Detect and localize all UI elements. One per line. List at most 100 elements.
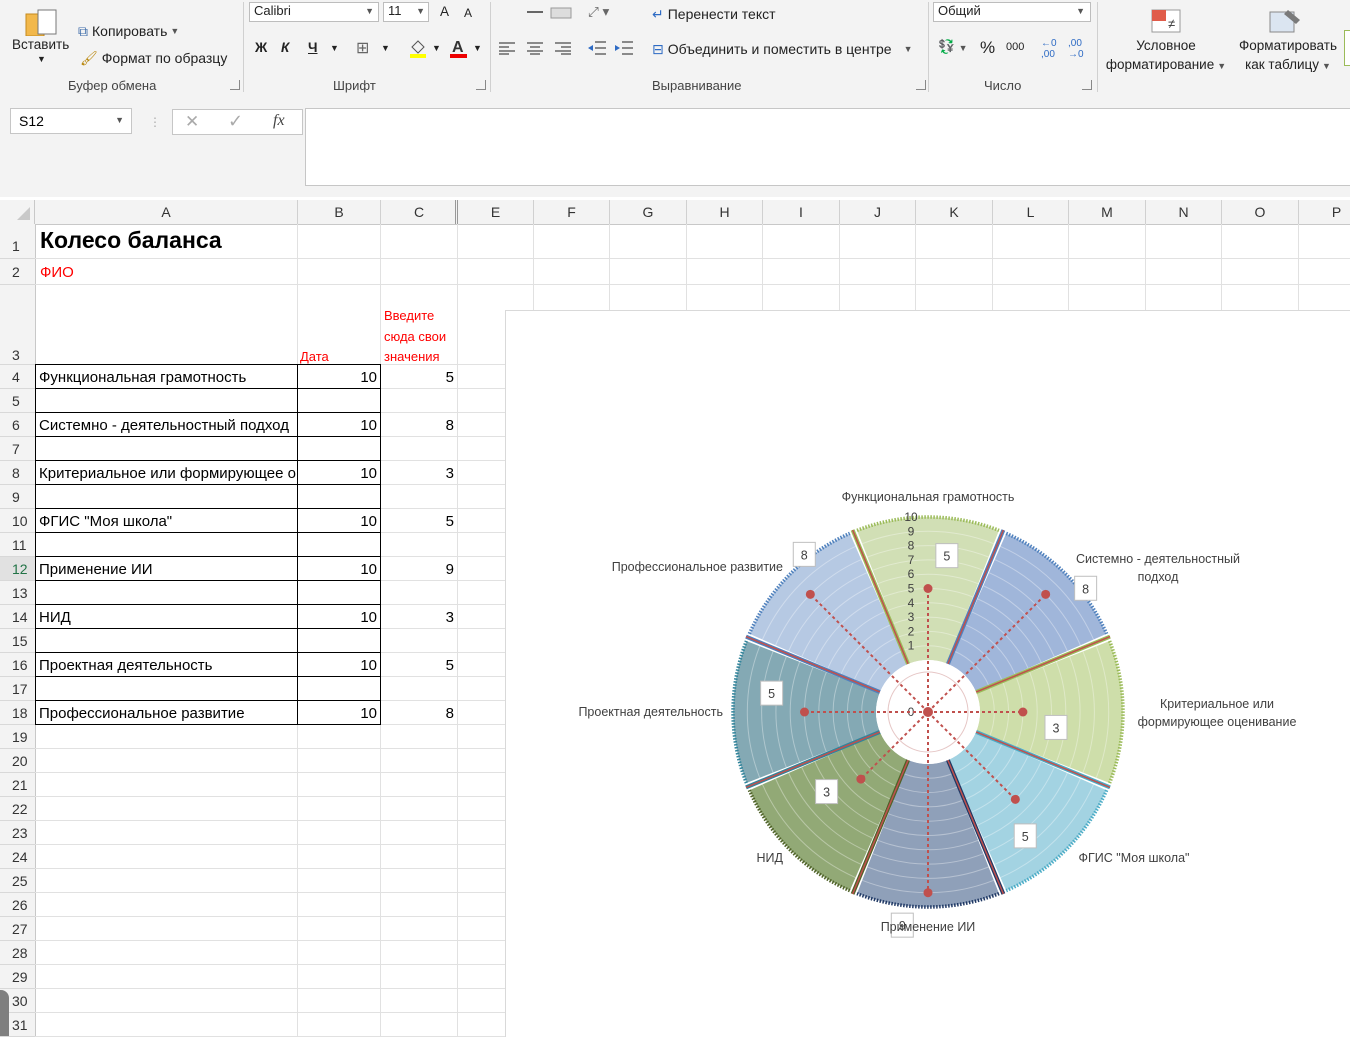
- wrap-text-button[interactable]: ↵ Перенести текст: [652, 3, 776, 25]
- date-header-cell[interactable]: Дата: [300, 349, 329, 364]
- formula-bar-splitter-icon[interactable]: ⋮: [149, 115, 161, 129]
- item-value-cell[interactable]: 8: [381, 703, 457, 725]
- balance-wheel-chart[interactable]: 0 1 2 3 4 5 6 7 8 9 10 5 8 3 5 9 3 5 8 Функциональная грамо…: [505, 310, 1350, 1037]
- row-header-7[interactable]: 7: [0, 437, 35, 461]
- item-value-cell[interactable]: 9: [381, 559, 457, 581]
- row-header-12[interactable]: 12: [0, 557, 35, 581]
- function-icon[interactable]: fx: [273, 112, 285, 130]
- align-middle-icon[interactable]: [525, 6, 575, 20]
- align-right-icon[interactable]: [555, 41, 571, 55]
- column-header-i[interactable]: I: [763, 200, 840, 224]
- row-header-17[interactable]: 17: [0, 677, 35, 701]
- conditional-formatting-button[interactable]: Условное форматирование ▼: [1104, 36, 1228, 76]
- fill-color-icon[interactable]: [408, 38, 428, 58]
- check-icon[interactable]: ✓: [228, 111, 243, 132]
- row-header-8[interactable]: 8: [0, 461, 35, 485]
- chevron-down-icon[interactable]: ▼: [1076, 6, 1085, 16]
- borders-icon[interactable]: ⊞: [356, 38, 369, 58]
- chevron-down-icon[interactable]: ▼: [115, 115, 124, 125]
- row-header-29[interactable]: 29: [0, 965, 35, 989]
- increase-indent-icon[interactable]: [615, 40, 633, 56]
- row-header-25[interactable]: 25: [0, 869, 35, 893]
- fio-cell[interactable]: ФИО: [40, 264, 74, 281]
- item-value-cell[interactable]: 3: [381, 463, 457, 485]
- input-header-cell[interactable]: Введите сюда свои значения: [384, 306, 446, 368]
- row-header-13[interactable]: 13: [0, 581, 35, 605]
- orientation-icon[interactable]: ⤢ ▾: [588, 4, 609, 20]
- percent-button[interactable]: %: [980, 38, 995, 58]
- font-color-icon[interactable]: A: [449, 37, 469, 59]
- column-header-p[interactable]: P: [1299, 200, 1350, 224]
- alignment-launcher-icon[interactable]: [916, 80, 926, 90]
- format-as-table-icon[interactable]: [1268, 6, 1302, 34]
- row-header-22[interactable]: 22: [0, 797, 35, 821]
- merge-center-button[interactable]: ⊟ Объединить и поместить в центре ▼: [652, 38, 912, 60]
- item-value-cell[interactable]: 8: [381, 415, 457, 437]
- column-header-k[interactable]: K: [916, 200, 993, 224]
- chevron-down-icon[interactable]: ▼: [365, 6, 374, 16]
- chevron-down-icon[interactable]: ▼: [416, 6, 425, 16]
- thousands-button[interactable]: 000: [1006, 41, 1024, 53]
- chevron-down-icon[interactable]: ▼: [904, 44, 913, 54]
- font-launcher-icon[interactable]: [476, 80, 486, 90]
- font-name-combo[interactable]: Calibri ▼: [249, 2, 379, 22]
- row-header-4[interactable]: 4: [0, 365, 35, 389]
- chevron-down-icon[interactable]: ▼: [381, 43, 390, 53]
- row-header-14[interactable]: 14: [0, 605, 35, 629]
- item-value-cell[interactable]: 5: [381, 655, 457, 677]
- row-header-11[interactable]: 11: [0, 533, 35, 557]
- row-header-6[interactable]: 6: [0, 413, 35, 437]
- column-header-h[interactable]: H: [687, 200, 763, 224]
- column-header-n[interactable]: N: [1146, 200, 1222, 224]
- grow-font-button[interactable]: A: [440, 4, 449, 19]
- row-header-19[interactable]: 19: [0, 725, 35, 749]
- row-header-26[interactable]: 26: [0, 893, 35, 917]
- chevron-down-icon[interactable]: ▼: [432, 43, 441, 53]
- column-header-l[interactable]: L: [993, 200, 1069, 224]
- row-header-21[interactable]: 21: [0, 773, 35, 797]
- paste-button[interactable]: Вставить: [12, 37, 69, 52]
- row-header-24[interactable]: 24: [0, 845, 35, 869]
- row-header-23[interactable]: 23: [0, 821, 35, 845]
- paste-icon[interactable]: [24, 8, 58, 37]
- close-icon[interactable]: ✕: [185, 112, 199, 132]
- name-box[interactable]: S12 ▼: [10, 108, 132, 134]
- decrease-indent-icon[interactable]: [588, 40, 606, 56]
- cancel-icon[interactable]: ✕ ✓ fx: [172, 109, 303, 135]
- underline-button[interactable]: Ч: [308, 40, 318, 55]
- row-header-3[interactable]: 3: [0, 285, 35, 365]
- column-header-g[interactable]: G: [610, 200, 687, 224]
- select-all-corner[interactable]: [0, 200, 35, 224]
- row-header-2[interactable]: 2: [0, 259, 35, 285]
- row-header-1[interactable]: 1: [0, 224, 35, 259]
- row-header-27[interactable]: 27: [0, 917, 35, 941]
- column-header-a[interactable]: A: [35, 200, 298, 224]
- copy-button[interactable]: ⧉ Копировать ▼: [78, 20, 179, 42]
- paste-dropdown[interactable]: ▼: [37, 54, 46, 64]
- formula-input[interactable]: [305, 108, 1350, 186]
- number-launcher-icon[interactable]: [1082, 80, 1092, 90]
- row-header-28[interactable]: 28: [0, 941, 35, 965]
- row-header-5[interactable]: 5: [0, 389, 35, 413]
- conditional-formatting-icon[interactable]: ≠: [1150, 6, 1184, 34]
- bold-button[interactable]: Ж: [255, 40, 267, 55]
- format-painter-button[interactable]: 🖌 Формат по образцу: [80, 47, 227, 69]
- font-size-combo[interactable]: 11 ▼: [383, 2, 429, 22]
- column-header-b[interactable]: B: [298, 200, 381, 224]
- column-header-m[interactable]: M: [1069, 200, 1146, 224]
- italic-button[interactable]: К: [281, 40, 289, 55]
- column-header-c[interactable]: C: [381, 200, 458, 224]
- align-left-icon[interactable]: [499, 41, 515, 55]
- row-header-18[interactable]: 18: [0, 701, 35, 725]
- column-header-o[interactable]: O: [1222, 200, 1299, 224]
- chevron-down-icon[interactable]: ▼: [170, 26, 179, 36]
- hidden-column-marker[interactable]: [455, 200, 458, 224]
- increase-decimal-icon[interactable]: ←0,00: [1041, 38, 1057, 60]
- item-value-cell[interactable]: 5: [381, 367, 457, 389]
- item-value-cell[interactable]: 3: [381, 607, 457, 629]
- row-header-10[interactable]: 10: [0, 509, 35, 533]
- align-center-icon[interactable]: [527, 41, 543, 55]
- chevron-down-icon[interactable]: ▼: [473, 43, 482, 53]
- row-header-9[interactable]: 9: [0, 485, 35, 509]
- format-as-table-button[interactable]: Форматировать как таблицу ▼: [1234, 36, 1342, 76]
